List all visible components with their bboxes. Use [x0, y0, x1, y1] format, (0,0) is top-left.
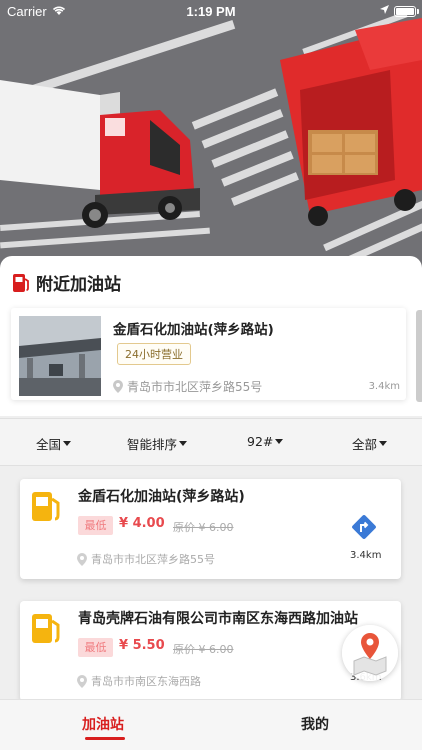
station-distance: 3.4km — [350, 550, 382, 561]
station-list-item[interactable]: 金盾石化加油站(萍乡路站) 最低 ¥ 4.00 原价 ¥ 6.00 青岛市市北区… — [20, 479, 401, 579]
filter-bar: 全国 智能排序 92# 全部 — [0, 418, 422, 466]
original-price-value: ¥ 6.00 — [198, 643, 234, 656]
station-address-text: 青岛市市北区萍乡路55号 — [91, 553, 215, 566]
tab-mine[interactable]: 我的 — [301, 714, 329, 734]
location-pin-icon — [113, 380, 123, 393]
hero-banner-image — [0, 0, 422, 275]
original-price: 原价 ¥ 6.00 — [173, 641, 234, 657]
filter-brand-label: 全部 — [352, 437, 378, 452]
lowest-tag: 最低 — [78, 516, 113, 535]
status-bar: Carrier 1:19 PM — [0, 0, 422, 22]
station-price: ¥ 5.50 — [119, 638, 165, 653]
station-name: 青岛壳牌石油有限公司市南区东海西路加油站 — [78, 611, 358, 627]
station-photo — [19, 316, 101, 396]
tab-gas-stations[interactable]: 加油站 — [82, 714, 124, 734]
lowest-tag: 最低 — [78, 638, 113, 657]
navigate-icon[interactable] — [349, 512, 379, 542]
nearby-header: 附近加油站 — [12, 270, 121, 295]
nearby-section: 附近加油站 金盾石化加油站(萍乡路站) 24小时营业 青岛市市北区萍乡路55号 … — [0, 256, 422, 416]
filter-sort[interactable]: 智能排序 — [127, 434, 188, 453]
active-tab-indicator — [85, 737, 125, 740]
nearby-station-address: 青岛市市北区萍乡路55号 — [113, 378, 262, 395]
original-price-label: 原价 — [173, 521, 195, 534]
station-address: 青岛市市南区东海西路 — [77, 673, 201, 689]
filter-fuel-label: 92# — [247, 434, 274, 449]
filter-region-label: 全国 — [36, 437, 62, 452]
tab-bar: 加油站 我的 — [0, 699, 422, 750]
nearby-address-text: 青岛市市北区萍乡路55号 — [127, 380, 263, 394]
nearby-station-distance: 3.4km — [368, 381, 400, 392]
gas-pump-icon — [13, 273, 29, 292]
map-pin-icon — [353, 633, 387, 676]
original-price-value: ¥ 6.00 — [198, 521, 234, 534]
station-address-text: 青岛市市南区东海西路 — [91, 675, 201, 688]
filter-brand[interactable]: 全部 — [352, 434, 388, 453]
location-pin-icon — [77, 674, 87, 688]
nearby-station-name: 金盾石化加油站(萍乡路站) — [113, 322, 274, 338]
next-card-peek[interactable] — [416, 310, 422, 402]
filter-region[interactable]: 全国 — [36, 434, 72, 453]
original-price: 原价 ¥ 6.00 — [173, 519, 234, 535]
filter-sort-label: 智能排序 — [127, 437, 178, 452]
gas-pump-icon — [32, 492, 60, 521]
caret-down-icon — [63, 441, 72, 446]
caret-down-icon — [179, 441, 188, 446]
original-price-label: 原价 — [173, 643, 195, 656]
nearby-title: 附近加油站 — [36, 275, 121, 295]
station-name: 金盾石化加油站(萍乡路站) — [78, 489, 245, 505]
station-address: 青岛市市北区萍乡路55号 — [77, 551, 215, 567]
clock: 1:19 PM — [186, 4, 236, 19]
caret-down-icon — [275, 439, 284, 444]
location-arrow-icon — [379, 3, 390, 18]
station-price: ¥ 4.00 — [119, 516, 165, 531]
gas-pump-icon — [32, 614, 60, 643]
map-view-button[interactable] — [342, 625, 398, 681]
hours-tag: 24小时营业 — [117, 343, 191, 365]
battery-icon — [394, 6, 416, 17]
filter-fuel-grade[interactable]: 92# — [247, 434, 284, 449]
battery-tip — [417, 9, 419, 14]
caret-down-icon — [379, 441, 388, 446]
nearby-station-card[interactable]: 金盾石化加油站(萍乡路站) 24小时营业 青岛市市北区萍乡路55号 3.4km — [11, 308, 406, 400]
location-pin-icon — [77, 552, 87, 566]
